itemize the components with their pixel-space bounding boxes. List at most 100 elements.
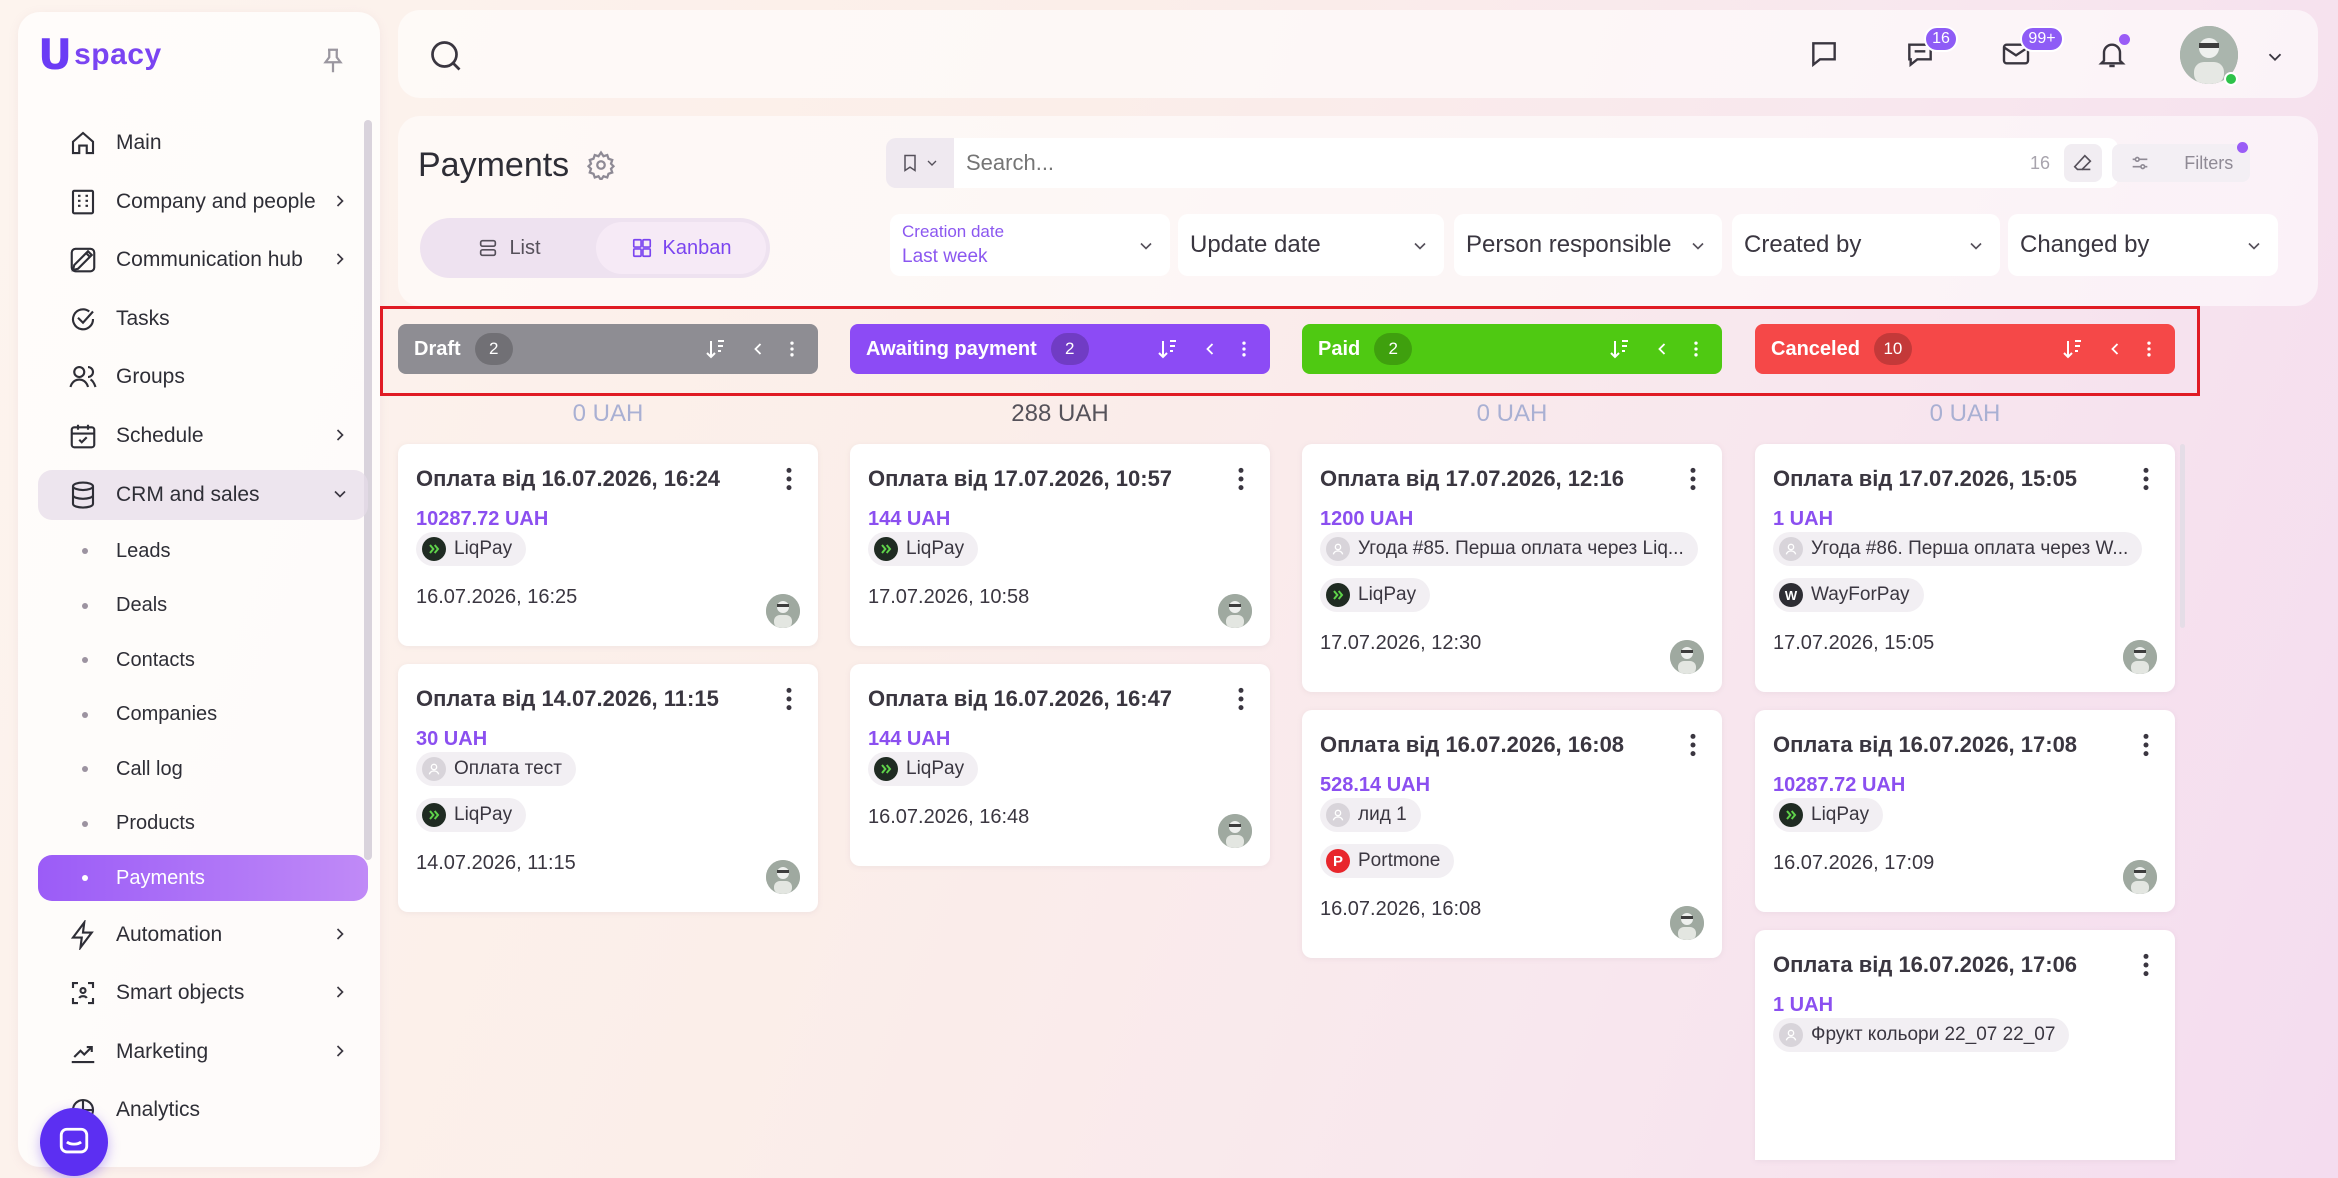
sidebar-subitem-payments[interactable]: Payments — [38, 855, 368, 902]
database-icon — [71, 481, 95, 509]
messages-button[interactable] — [1802, 32, 1846, 76]
card-chip-wayforpay[interactable]: W WayForPay — [1773, 578, 1924, 612]
card-chip-liqpay[interactable]: LiqPay — [416, 532, 527, 566]
card-chip-liqpay[interactable]: LiqPay — [868, 752, 979, 786]
card-responsible-avatar[interactable] — [1670, 906, 1704, 940]
search-result-count: 16 — [2030, 152, 2051, 173]
chip-label: LiqPay — [906, 538, 965, 559]
payment-card[interactable]: Оплата від 17.07.2026, 15:05 1 UAH Угода… — [1755, 444, 2175, 692]
sidebar-subitem-call-log[interactable]: Call log — [38, 746, 368, 792]
payment-card[interactable]: Оплата від 16.07.2026, 17:08 10287.72 UA… — [1755, 710, 2175, 912]
card-responsible-avatar[interactable] — [1218, 594, 1252, 628]
card-responsible-avatar[interactable] — [2123, 860, 2157, 894]
search-input[interactable] — [954, 138, 2118, 188]
gear-icon[interactable] — [586, 150, 616, 180]
saved-filters-button[interactable] — [886, 138, 954, 188]
notifications-button[interactable] — [2090, 32, 2134, 76]
sidebar-subitem-deals[interactable]: Deals — [38, 583, 368, 629]
sidebar-item-groups[interactable]: Groups — [38, 352, 368, 402]
payment-card[interactable]: Оплата від 17.07.2026, 12:16 1200 UAH Уг… — [1302, 444, 1722, 692]
sidebar-item-automation[interactable]: Automation — [38, 910, 368, 960]
payment-card[interactable]: Оплата від 16.07.2026, 17:06 1 UAH Фрукт… — [1755, 930, 2175, 1160]
card-chip-person[interactable]: Угода #86. Перша оплата через W... — [1773, 532, 2143, 566]
sidebar-item-marketing[interactable]: Marketing — [38, 1027, 368, 1077]
sidebar-item-smart-objects[interactable]: Smart objects — [38, 968, 368, 1018]
payment-card[interactable]: Оплата від 14.07.2026, 11:15 30 UAH Опла… — [398, 664, 818, 912]
pin-icon[interactable] — [318, 46, 348, 76]
sidebar-item-schedule[interactable]: Schedule — [38, 411, 368, 461]
chip-label: Фрукт кольори 22_07 22_07 — [1811, 1024, 2056, 1045]
liqpay-icon — [874, 757, 898, 781]
chats-button[interactable]: 16 — [1898, 26, 1958, 76]
more-vertical-icon[interactable] — [1236, 686, 1246, 712]
person-responsible-filter[interactable]: Person responsible — [1454, 214, 1722, 276]
more-vertical-icon[interactable] — [784, 686, 794, 712]
payment-card[interactable]: Оплата від 17.07.2026, 10:57 144 UAH Liq… — [850, 444, 1270, 646]
kanban-scrollbar[interactable] — [2180, 444, 2185, 628]
support-chat-button[interactable] — [40, 1108, 108, 1176]
payment-card[interactable]: Оплата від 16.07.2026, 16:47 144 UAH Liq… — [850, 664, 1270, 866]
logo[interactable]: U spacy — [38, 34, 162, 76]
card-chip-liqpay[interactable]: LiqPay — [1320, 578, 1431, 612]
card-title: Оплата від 17.07.2026, 10:57 — [868, 466, 1173, 491]
payment-card[interactable]: Оплата від 16.07.2026, 16:24 10287.72 UA… — [398, 444, 818, 646]
more-vertical-icon[interactable] — [784, 466, 794, 492]
card-date: 16.07.2026, 17:09 — [1773, 852, 1935, 874]
sidebar-item-main[interactable]: Main — [38, 118, 368, 168]
card-chip-liqpay[interactable]: LiqPay — [868, 532, 979, 566]
sidebar-subitem-label: Contacts — [116, 648, 195, 671]
update-date-filter[interactable]: Update date — [1178, 214, 1444, 276]
card-chip-liqpay[interactable]: LiqPay — [416, 798, 527, 832]
chevron-right-icon — [336, 253, 344, 265]
payment-card[interactable]: Оплата від 16.07.2026, 16:08 528.14 UAH … — [1302, 710, 1722, 958]
search-icon[interactable] — [428, 38, 464, 74]
sidebar-item-crm-and-sales[interactable]: CRM and sales — [38, 469, 368, 520]
more-vertical-icon[interactable] — [2141, 952, 2151, 978]
card-responsible-avatar[interactable] — [1670, 640, 1704, 674]
created-by-filter[interactable]: Created by — [1732, 214, 2000, 276]
sidebar-item-company-and-people[interactable]: Company and people — [38, 177, 368, 227]
more-vertical-icon[interactable] — [1688, 466, 1698, 492]
card-chip-person[interactable]: Фрукт кольори 22_07 22_07 — [1773, 1018, 2070, 1052]
bullet-dot — [82, 602, 88, 609]
clear-filters-button[interactable] — [2064, 144, 2102, 182]
card-chip-person[interactable]: Угода #85. Перша оплата через Liq... — [1320, 532, 1698, 566]
creation-date-filter[interactable]: Creation date Last week — [890, 214, 1170, 276]
sidebar-subitem-companies[interactable]: Companies — [38, 692, 368, 738]
sidebar-subitem-products[interactable]: Products — [38, 801, 368, 847]
card-responsible-avatar[interactable] — [766, 860, 800, 894]
card-chip-person[interactable]: лид 1 — [1320, 798, 1421, 832]
logo-mark-icon: U — [38, 30, 73, 79]
sidebar: U spacy Main Company and people Communic… — [18, 12, 380, 1176]
sidebar-item-communication-hub[interactable]: Communication hub — [38, 235, 368, 285]
filters-button[interactable]: Filters — [2112, 144, 2250, 182]
more-vertical-icon[interactable] — [1688, 732, 1698, 758]
card-chip-liqpay[interactable]: LiqPay — [1773, 798, 1884, 832]
card-chip-person[interactable]: Оплата тест — [416, 752, 576, 786]
mail-button[interactable]: 99+ — [1994, 26, 2064, 76]
sidebar-subitem-contacts[interactable]: Contacts — [38, 637, 368, 683]
more-vertical-icon[interactable] — [2141, 732, 2151, 758]
sidebar-subitem-leads[interactable]: Leads — [38, 528, 368, 574]
sidebar-item-label: Communication hub — [116, 248, 303, 272]
chevron-down-icon — [2248, 242, 2260, 250]
person-responsible-label: Person responsible — [1466, 231, 1672, 258]
card-chip-portmone[interactable]: P Portmone — [1320, 844, 1455, 878]
changed-by-filter[interactable]: Changed by — [2008, 214, 2278, 276]
card-responsible-avatar[interactable] — [766, 594, 800, 628]
card-responsible-avatar[interactable] — [1218, 814, 1252, 848]
more-vertical-icon[interactable] — [2141, 466, 2151, 492]
view-kanban-button[interactable]: Kanban — [596, 222, 766, 274]
changed-by-label: Changed by — [2020, 231, 2150, 258]
page-title: Payments — [418, 146, 570, 184]
more-vertical-icon[interactable] — [1236, 466, 1246, 492]
chip-label: LiqPay — [1811, 804, 1870, 825]
sidebar-item-tasks[interactable]: Tasks — [38, 294, 368, 344]
column-sum: 0 UAH — [572, 400, 644, 427]
view-list-button[interactable]: List — [424, 222, 594, 274]
chip-label: LiqPay — [906, 758, 965, 779]
person-icon — [1779, 1023, 1803, 1047]
user-avatar-icon — [1670, 640, 1704, 674]
chevron-down-icon[interactable] — [2264, 46, 2286, 68]
card-responsible-avatar[interactable] — [2123, 640, 2157, 674]
